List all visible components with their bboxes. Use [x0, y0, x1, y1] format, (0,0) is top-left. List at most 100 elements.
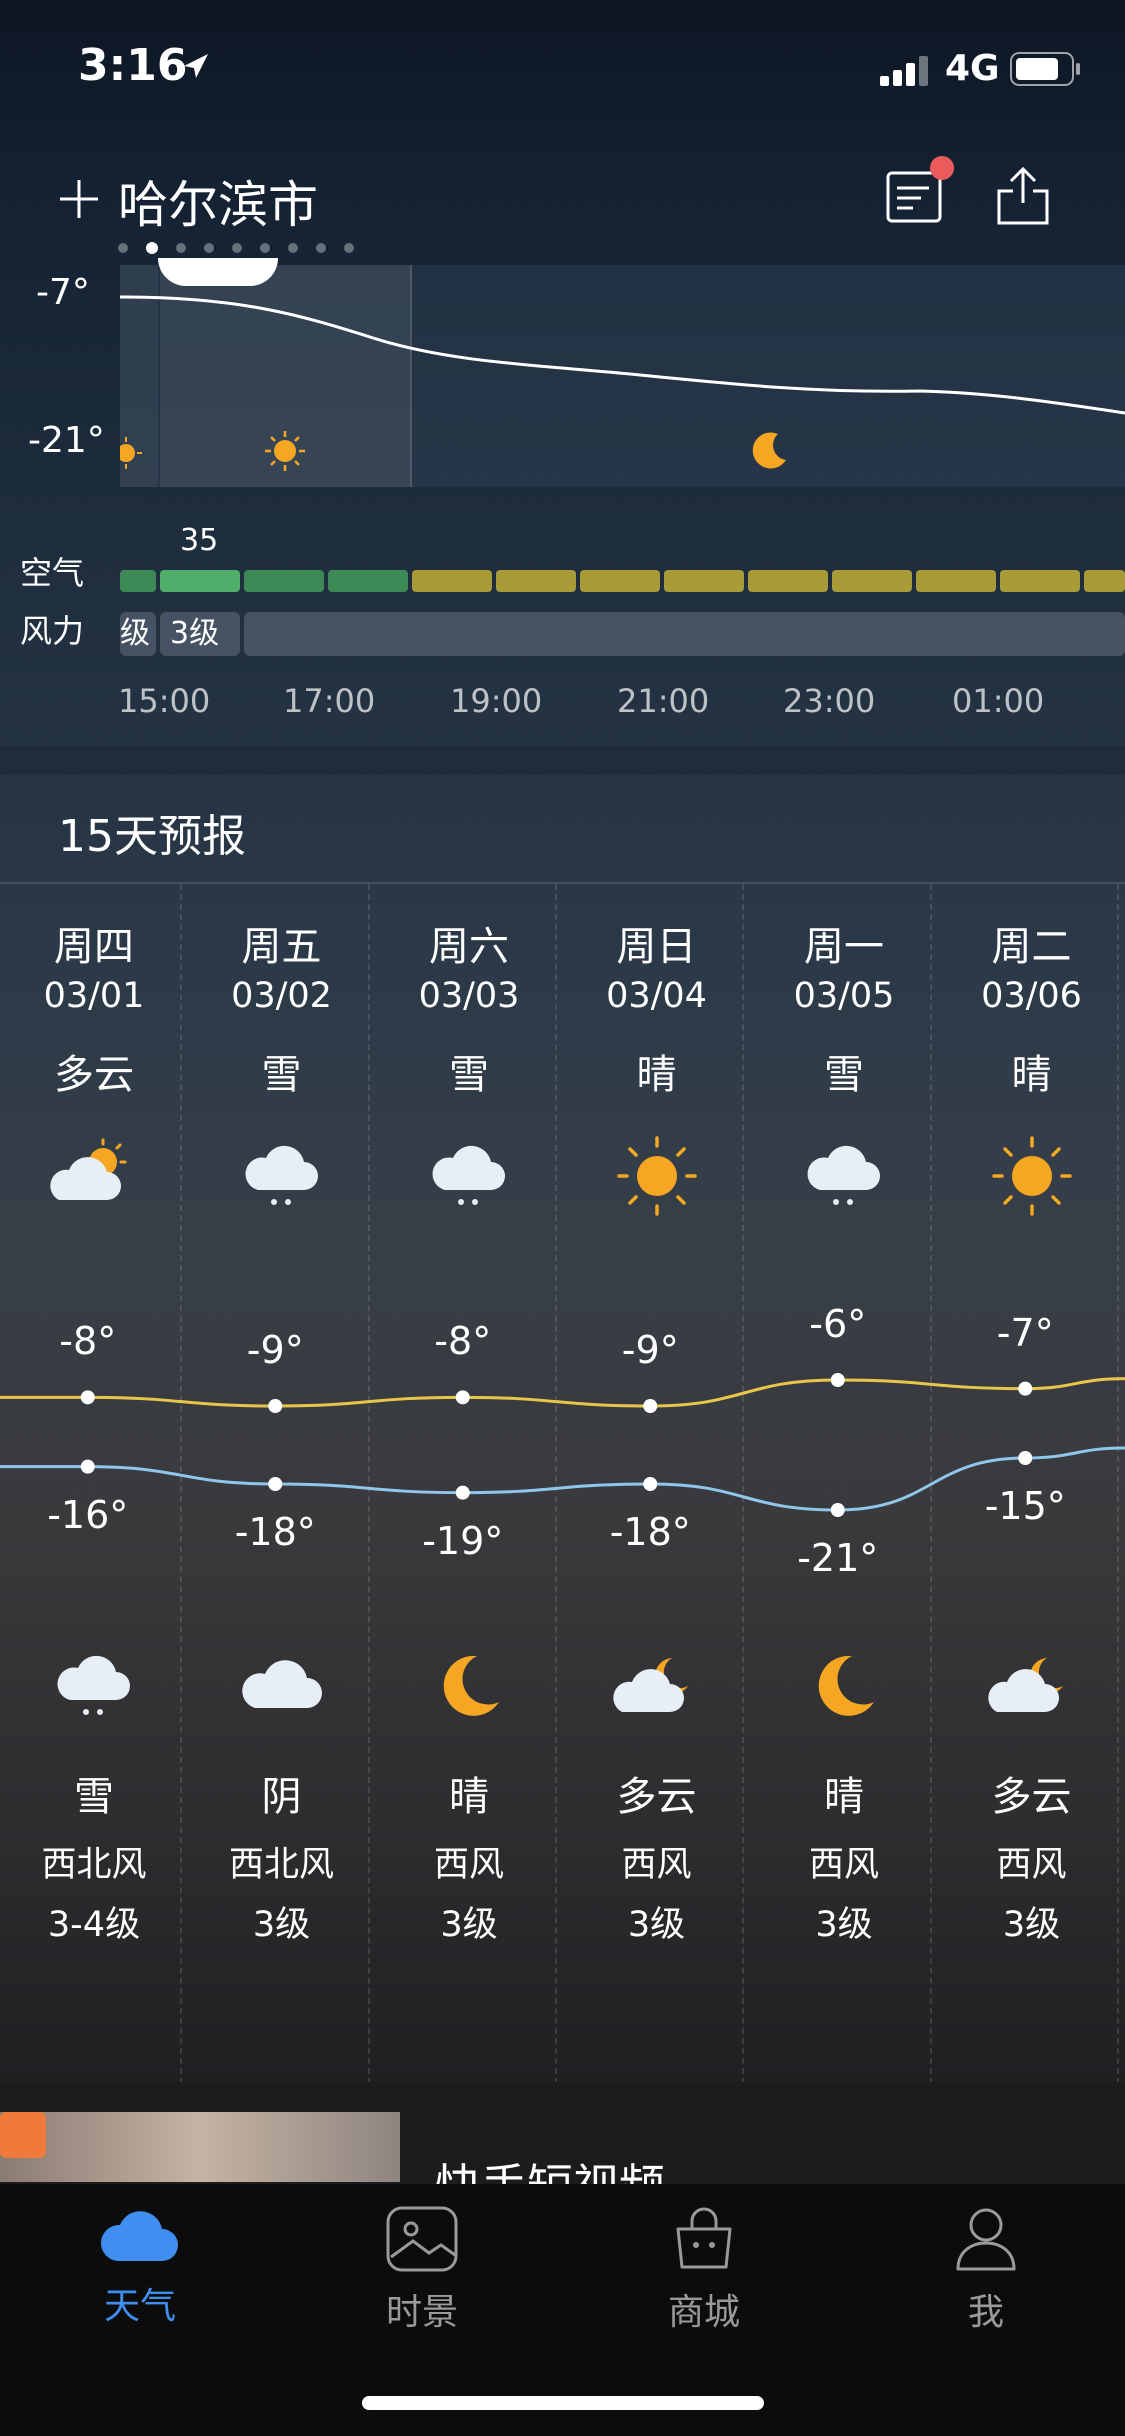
night-weather: 晴: [449, 1774, 489, 1820]
tab-mall[interactable]: 商城: [614, 2205, 794, 2335]
aqi-bar: [1000, 570, 1080, 592]
temp-points: [80, 1373, 1033, 1517]
moon-icon: [802, 1644, 886, 1732]
hourly-chart[interactable]: [120, 265, 1125, 487]
page-dot-active: [146, 242, 158, 254]
wind-row: 级 3级: [120, 612, 1125, 656]
wind-level: 3-4级: [47, 1905, 141, 1945]
wind-level: 3级: [252, 1905, 311, 1945]
hour-label: 17:00: [283, 682, 376, 720]
status-time: 3:16: [78, 40, 188, 91]
city-page-indicator[interactable]: [118, 242, 354, 254]
day-name: 周六: [429, 924, 509, 970]
wind-cell-current: 3级: [160, 612, 240, 656]
night-weather: 阴: [261, 1774, 302, 1820]
low-temp-point: [1018, 1451, 1033, 1465]
wind-direction: 西风: [808, 1845, 879, 1885]
high-temp-point: [455, 1390, 470, 1405]
tab-weather[interactable]: 天气: [50, 2205, 230, 2329]
day-name: 周五: [241, 924, 322, 970]
wind-direction: 西风: [621, 1845, 692, 1885]
date: 03/04: [606, 976, 707, 1016]
date: 03/02: [231, 976, 332, 1016]
city-name[interactable]: 哈尔滨市: [118, 165, 318, 237]
tab-me[interactable]: 我: [896, 2205, 1076, 2335]
temperature-curves: [0, 1373, 1125, 1517]
sun-icon: [265, 431, 305, 471]
page-dot: [176, 243, 186, 253]
hourly-high-label: -7°: [36, 272, 90, 313]
page-dot: [260, 243, 270, 253]
home-indicator: [362, 2396, 764, 2410]
high-temp-point: [80, 1390, 95, 1405]
aqi-bar: [120, 570, 156, 592]
day-name: 周一: [804, 924, 884, 970]
aqi-bar: [916, 570, 996, 592]
now-marker: [158, 258, 278, 286]
page-dot: [118, 243, 128, 253]
page-dot: [204, 243, 214, 253]
day-weather: 晴: [1011, 1052, 1052, 1098]
aqi-bar: [580, 570, 660, 592]
night-weather: 多云: [991, 1774, 1072, 1820]
tab-label: 天气: [103, 2286, 176, 2327]
aqi-bar-current: [160, 570, 240, 592]
share-icon[interactable]: [995, 165, 1051, 227]
wind-direction: 西风: [996, 1845, 1067, 1885]
night-weather: 多云: [616, 1774, 697, 1820]
low-temp-point: [643, 1477, 658, 1491]
notification-dot: [930, 156, 954, 180]
aqi-bar: [412, 570, 492, 592]
person-icon: [956, 2208, 1016, 2271]
ad-image[interactable]: [0, 2112, 400, 2182]
cloud-icon: [100, 2211, 178, 2261]
date: 03/06: [981, 976, 1082, 1016]
tab-scenery[interactable]: 时景: [332, 2205, 512, 2335]
moon-icon: [752, 432, 786, 469]
day-name: 周四: [54, 924, 134, 970]
low-temp-point: [80, 1459, 95, 1474]
bag-icon: [676, 2207, 732, 2269]
high-temp-label: -7°: [996, 1310, 1054, 1355]
tab-label: 商城: [667, 2292, 740, 2333]
page-dot: [316, 243, 326, 253]
section-divider: [0, 745, 1125, 775]
image-icon: [386, 2206, 458, 2272]
aqi-bar: [244, 570, 324, 592]
night-weather: 晴: [824, 1774, 864, 1820]
cloud-icon: [237, 1644, 327, 1732]
hour-label: 19:00: [450, 682, 543, 720]
wind-cell: [244, 612, 1125, 656]
day-weather: 雪: [449, 1052, 489, 1098]
high-temp-point: [268, 1399, 283, 1413]
add-city-icon[interactable]: [58, 178, 100, 220]
aqi-bar: [748, 570, 828, 592]
partly-cloudy-icon: [49, 1134, 139, 1222]
network-type: 4G: [945, 48, 1000, 89]
sun-icon: [120, 437, 142, 469]
high-temp-point: [830, 1373, 845, 1387]
air-quality-label: 空气: [20, 554, 85, 592]
snow-cloud-icon: [802, 1134, 886, 1222]
cloudy-moon-icon: [612, 1644, 702, 1732]
day-weather: 晴: [636, 1052, 677, 1098]
battery-icon: [1010, 52, 1080, 86]
aqi-value: 35: [180, 523, 219, 558]
high-temp-label: -9°: [246, 1328, 304, 1372]
night-weather: 雪: [74, 1774, 114, 1820]
low-temp-point: [455, 1485, 470, 1500]
day-weather: 多云: [54, 1052, 134, 1098]
aqi-bar: [1084, 570, 1125, 592]
day-name: 周日: [616, 924, 697, 970]
page-dot: [288, 243, 298, 253]
snow-cloud-icon: [427, 1134, 511, 1222]
snow-cloud-icon: [240, 1134, 324, 1222]
date: 03/03: [418, 976, 520, 1016]
low-temp-label: -16°: [47, 1492, 129, 1537]
sun-icon: [990, 1134, 1074, 1222]
high-temp-line: [0, 1377, 1125, 1408]
aqi-bar: [832, 570, 912, 592]
cloudy-moon-icon: [987, 1644, 1077, 1732]
day-weather: 雪: [824, 1052, 864, 1098]
high-temp-label: -6°: [809, 1302, 867, 1346]
